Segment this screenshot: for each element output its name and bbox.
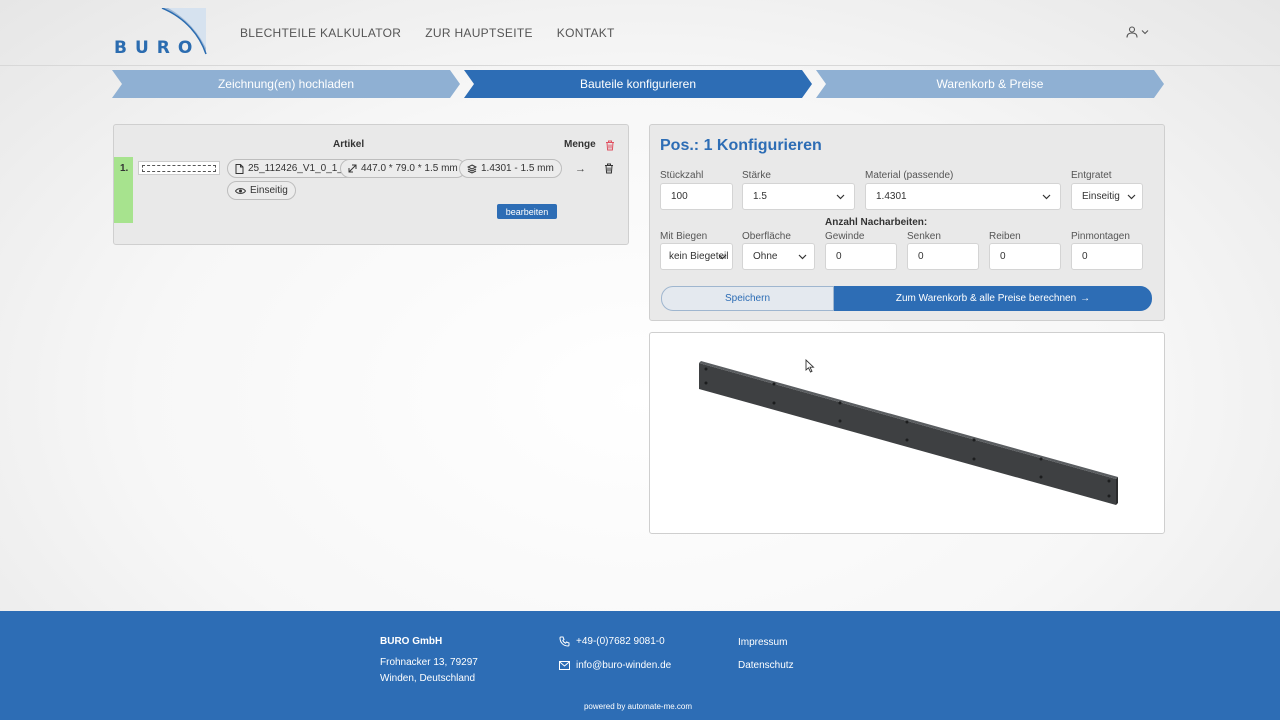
add-to-cart-label: Zum Warenkorb & alle Preise berechnen: [895, 293, 1077, 304]
layers-icon: [467, 163, 477, 174]
footer-phone[interactable]: +49-(0)7682 9081-0: [559, 636, 665, 647]
email-text: info@buro-winden.de: [576, 660, 672, 671]
user-menu[interactable]: [1126, 26, 1149, 38]
staerke-label: Stärke: [742, 170, 771, 181]
gewinde-value: 0: [836, 251, 842, 262]
arrow-right-icon: →: [1080, 293, 1091, 304]
table-row[interactable]: 1. 25_112426_V1_0_1_3 447.0 * 79.0 * 1.5…: [114, 157, 628, 223]
save-button[interactable]: Speichern: [661, 286, 834, 311]
step-upload[interactable]: Zeichnung(en) hochladen: [112, 70, 460, 98]
buro-logo[interactable]: BURO: [112, 8, 212, 58]
chevron-down-icon: [798, 254, 807, 260]
dimensions-chip: 447.0 * 79.0 * 1.5 mm: [340, 159, 466, 178]
staerke-select[interactable]: 1.5: [742, 183, 855, 210]
chevron-down-icon: [1042, 194, 1051, 200]
material-value: 1.4301: [876, 191, 907, 202]
deburr-text: Einseitig: [250, 185, 288, 196]
oberflaeche-value: Ohne: [753, 251, 778, 262]
stueckzahl-label: Stückzahl: [660, 170, 704, 181]
chevron-down-icon: [718, 254, 727, 260]
user-icon: [1126, 26, 1138, 38]
step-configure[interactable]: Bauteile konfigurieren: [464, 70, 812, 98]
mouse-cursor-icon: [805, 359, 815, 373]
gewinde-label: Gewinde: [825, 231, 865, 242]
staerke-value: 1.5: [753, 191, 767, 202]
material-label: Material (passende): [865, 170, 954, 181]
nav-zur-hauptseite[interactable]: ZUR HAUPTSEITE: [425, 26, 533, 40]
reiben-input[interactable]: 0: [989, 243, 1061, 270]
part-3d-preview[interactable]: [649, 332, 1165, 534]
pinmontagen-input[interactable]: 0: [1071, 243, 1143, 270]
footer-address-line2: Winden, Deutschland: [380, 673, 476, 684]
trash-icon[interactable]: [604, 161, 614, 179]
mit-biegen-select[interactable]: kein Biegeteil: [660, 243, 733, 270]
powered-by[interactable]: powered by automate-me.com: [0, 702, 1276, 711]
reiben-value: 0: [1000, 251, 1006, 262]
oberflaeche-select[interactable]: Ohne: [742, 243, 815, 270]
senken-input[interactable]: 0: [907, 243, 979, 270]
nacharbeiten-label: Anzahl Nacharbeiten:: [825, 217, 928, 228]
file-icon: [235, 163, 244, 174]
entgratet-value: Einseitig: [1082, 191, 1120, 202]
senken-label: Senken: [907, 231, 941, 242]
edit-button[interactable]: bearbeiten: [497, 204, 557, 219]
add-to-cart-button[interactable]: Zum Warenkorb & alle Preise berechnen →: [834, 286, 1152, 311]
pinmontagen-label: Pinmontagen: [1071, 231, 1130, 242]
step-cart[interactable]: Warenkorb & Preise: [816, 70, 1164, 98]
dimensions-text: 447.0 * 79.0 * 1.5 mm: [361, 163, 458, 174]
chevron-down-icon: [836, 194, 845, 200]
gewinde-input[interactable]: 0: [825, 243, 897, 270]
article-list-panel: Artikel Menge 1. 25_112426_V1_0_1_3 447.…: [113, 124, 629, 245]
filename-chip: 25_112426_V1_0_1_3: [227, 159, 357, 178]
config-title: Pos.: 1 Konfigurieren: [660, 137, 822, 154]
resize-icon: [348, 164, 357, 173]
material-text: 1.4301 - 1.5 mm: [481, 163, 554, 174]
datenschutz-link[interactable]: Datenschutz: [738, 660, 794, 671]
configuration-panel: Pos.: 1 Konfigurieren Stückzahl 100 Stär…: [649, 124, 1165, 321]
chevron-down-icon: [1127, 194, 1136, 200]
column-menge: Menge: [564, 139, 596, 150]
phone-text: +49-(0)7682 9081-0: [576, 636, 665, 647]
phone-icon: [559, 636, 570, 647]
nav-blechteile-kalkulator[interactable]: BLECHTEILE KALKULATOR: [240, 26, 401, 40]
column-artikel: Artikel: [333, 139, 365, 150]
logo-text: BURO: [114, 38, 201, 58]
footer-email[interactable]: info@buro-winden.de: [559, 660, 671, 671]
eye-icon: [235, 187, 246, 194]
progress-steps: Zeichnung(en) hochladen Bauteile konfigu…: [112, 70, 1164, 98]
nav-kontakt[interactable]: KONTAKT: [557, 26, 615, 40]
part-thumbnail[interactable]: [138, 161, 220, 175]
footer-company: BURO GmbH: [380, 636, 443, 647]
material-chip: 1.4301 - 1.5 mm: [459, 159, 562, 178]
deburr-chip: Einseitig: [227, 181, 296, 200]
chevron-down-icon: [1141, 30, 1149, 35]
oberflaeche-label: Oberfläche: [742, 231, 791, 242]
article-list-header: Artikel Menge: [114, 139, 628, 153]
entgratet-label: Entgratet: [1071, 170, 1112, 181]
stueckzahl-value: 100: [671, 191, 688, 202]
delete-all-icon[interactable]: [605, 138, 615, 156]
entgratet-select[interactable]: Einseitig: [1071, 183, 1143, 210]
impressum-link[interactable]: Impressum: [738, 637, 787, 648]
pinmontagen-value: 0: [1082, 251, 1088, 262]
main-nav: BLECHTEILE KALKULATOR ZUR HAUPTSEITE KON…: [240, 26, 615, 40]
mit-biegen-label: Mit Biegen: [660, 231, 708, 242]
footer: BURO GmbH Frohnacker 13, 79297 Winden, D…: [0, 611, 1280, 720]
footer-address-line1: Frohnacker 13, 79297: [380, 657, 478, 668]
material-select[interactable]: 1.4301: [865, 183, 1061, 210]
mail-icon: [559, 661, 570, 670]
sheet-metal-part-render: [699, 361, 1118, 505]
senken-value: 0: [918, 251, 924, 262]
header: BURO BLECHTEILE KALKULATOR ZUR HAUPTSEIT…: [0, 0, 1280, 66]
row-number: 1.: [114, 157, 133, 223]
stueckzahl-input[interactable]: 100: [660, 183, 733, 210]
filename-text: 25_112426_V1_0_1_3: [248, 163, 349, 174]
arrow-right-icon[interactable]: →: [575, 163, 586, 175]
reiben-label: Reiben: [989, 231, 1021, 242]
